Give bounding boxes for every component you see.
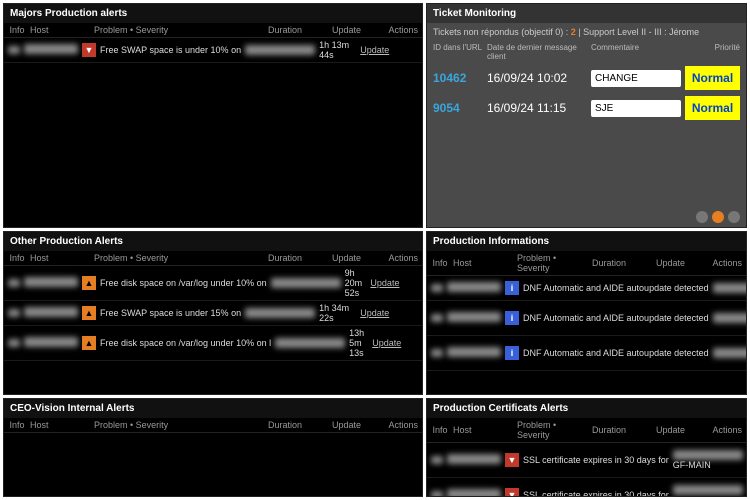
problem-cell: i DNF Automatic and AIDE autoupdate detec… bbox=[505, 311, 747, 325]
problem-cell: i DNF Automatic and AIDE autoupdate detec… bbox=[505, 281, 747, 295]
ticket-id[interactable]: 9054 bbox=[433, 101, 483, 115]
problem-text: SSL certificate expires in 30 days for bbox=[523, 490, 669, 497]
ticket-priority: Normal bbox=[685, 96, 740, 120]
info-cell bbox=[8, 339, 20, 347]
problem-text: DNF Automatic and AIDE autoupdate detect… bbox=[523, 283, 709, 293]
table-row[interactable]: i DNF Automatic and AIDE autoupdate detec… bbox=[427, 276, 746, 301]
info-panel: Production Informations InfoHostProblem … bbox=[426, 231, 747, 395]
problem-text: Free SWAP space is under 15% on bbox=[100, 308, 241, 318]
update-link[interactable]: Update bbox=[370, 278, 399, 288]
severity-icon: i bbox=[505, 281, 519, 295]
panel-title: Production Informations bbox=[427, 232, 746, 251]
ticket-date: 16/09/24 11:15 bbox=[487, 101, 587, 115]
duration-cell: 1h 34m 22s bbox=[319, 303, 356, 323]
severity-icon: i bbox=[505, 346, 519, 360]
host-cell bbox=[447, 454, 501, 466]
problem-cell: ▲ Free SWAP space is under 15% on bbox=[82, 306, 315, 320]
table-row[interactable]: ▼ Free SWAP space is under 10% on 1h 13m 4… bbox=[4, 38, 422, 63]
panel-title: Other Production Alerts bbox=[4, 232, 422, 251]
duration-cell: 1h 13m 44s bbox=[319, 40, 356, 60]
table-row[interactable]: ▲ Free SWAP space is under 15% on 1h 34m 2… bbox=[4, 301, 422, 326]
update-link[interactable]: Update bbox=[372, 338, 401, 348]
severity-icon: ▲ bbox=[82, 276, 96, 290]
table-header: InfoHostProblem • SeverityDurationUpdate… bbox=[4, 251, 422, 266]
panel-title: Majors Production alerts bbox=[4, 4, 422, 23]
severity-icon: ▼ bbox=[505, 453, 519, 467]
info-cell bbox=[8, 279, 20, 287]
severity-icon: ▲ bbox=[82, 336, 96, 350]
table-header: InfoHostProblem • SeverityDurationUpdate… bbox=[427, 418, 746, 443]
host-cell bbox=[24, 337, 78, 349]
duration-cell: 13h 5m 13s bbox=[349, 328, 368, 358]
problem-text: DNF Automatic and AIDE autoupdate detect… bbox=[523, 313, 709, 323]
table-header: InfoHostProblem • SeverityDurationUpdate… bbox=[4, 418, 422, 433]
severity-icon: ▼ bbox=[505, 488, 519, 497]
problem-text: Free SWAP space is under 10% on bbox=[100, 45, 241, 55]
table-row[interactable]: ▼ SSL certificate expires in 30 days for G… bbox=[427, 478, 746, 497]
duration-cell: 9h 20m 52s bbox=[345, 268, 367, 298]
ticket-panel: Ticket Monitoring Tickets non répondus (… bbox=[426, 3, 747, 228]
ticket-priority: Normal bbox=[685, 66, 740, 90]
problem-text: SSL certificate expires in 30 days for bbox=[523, 455, 669, 465]
problem-cell: ▲ Free disk space on /var/log under 10% o… bbox=[82, 276, 341, 290]
severity-icon: ▼ bbox=[82, 43, 96, 57]
table-header: InfoHostProblem • SeverityDurationUpdate… bbox=[427, 251, 746, 276]
problem-cell: ▼ Free SWAP space is under 10% on bbox=[82, 43, 315, 57]
other-panel: Other Production Alerts InfoHostProblem … bbox=[3, 231, 423, 395]
info-cell bbox=[8, 46, 20, 54]
table-row[interactable]: i DNF Automatic and AIDE autoupdate detec… bbox=[427, 301, 746, 336]
host-cell bbox=[24, 307, 78, 319]
update-link[interactable]: Update bbox=[360, 308, 389, 318]
table-header: InfoHostProblem • SeverityDurationUpdate… bbox=[4, 23, 422, 38]
host-cell bbox=[447, 489, 501, 497]
pager-dots[interactable] bbox=[433, 205, 740, 223]
table-row[interactable]: ▲ Free disk space on /var/log under 10% o… bbox=[4, 266, 422, 301]
majors-panel: Majors Production alerts InfoHostProblem… bbox=[3, 3, 423, 228]
internal-panel: CEO-Vision Internal Alerts InfoHostProbl… bbox=[3, 398, 423, 497]
table-row[interactable]: ▲ Free disk space on /var/log under 10% o… bbox=[4, 326, 422, 361]
ticket-row[interactable]: 9054 16/09/24 11:15 SJENormal bbox=[433, 93, 740, 123]
problem-text: Free disk space on /var/log under 10% on bbox=[100, 278, 267, 288]
ticket-subtitle: Tickets non répondus (objectif 0) : 2 | … bbox=[433, 27, 740, 37]
certs-panel: Production Certificats Alerts InfoHostPr… bbox=[426, 398, 747, 497]
ticket-comment[interactable]: SJE bbox=[591, 100, 681, 117]
panel-title: Ticket Monitoring bbox=[427, 4, 746, 23]
ticket-date: 16/09/24 10:02 bbox=[487, 71, 587, 85]
problem-text-2: GF-MAIN bbox=[673, 495, 743, 497]
ticket-comment[interactable]: CHANGE bbox=[591, 70, 681, 87]
panel-title: CEO-Vision Internal Alerts bbox=[4, 399, 422, 418]
problem-cell: i DNF Automatic and AIDE autoupdate detec… bbox=[505, 346, 747, 360]
host-cell bbox=[447, 282, 501, 294]
info-cell bbox=[431, 284, 443, 292]
severity-icon: i bbox=[505, 311, 519, 325]
table-row[interactable]: ▼ SSL certificate expires in 30 days for G… bbox=[427, 443, 746, 478]
host-cell bbox=[447, 347, 501, 359]
ticket-id[interactable]: 10462 bbox=[433, 71, 483, 85]
problem-cell: ▼ SSL certificate expires in 30 days for G… bbox=[505, 485, 743, 497]
host-cell bbox=[24, 44, 78, 56]
dot[interactable] bbox=[728, 211, 740, 223]
host-cell bbox=[447, 312, 501, 324]
ticket-header: ID dans l'URLDate de dernier message cli… bbox=[433, 41, 740, 63]
ticket-row[interactable]: 10462 16/09/24 10:02 CHANGENormal bbox=[433, 63, 740, 93]
problem-cell: ▼ SSL certificate expires in 30 days for G… bbox=[505, 450, 743, 470]
problem-text: DNF Automatic and AIDE autoupdate detect… bbox=[523, 348, 709, 358]
host-cell bbox=[24, 277, 78, 289]
info-cell bbox=[431, 456, 443, 464]
table-row[interactable]: i DNF Automatic and AIDE autoupdate detec… bbox=[427, 336, 746, 371]
dot[interactable] bbox=[696, 211, 708, 223]
problem-text-2: GF-MAIN bbox=[673, 460, 743, 470]
info-cell bbox=[431, 491, 443, 497]
problem-text: Free disk space on /var/log under 10% on… bbox=[100, 338, 271, 348]
dot-active[interactable] bbox=[712, 211, 724, 223]
info-cell bbox=[431, 314, 443, 322]
update-link[interactable]: Update bbox=[360, 45, 389, 55]
info-cell bbox=[8, 309, 20, 317]
info-cell bbox=[431, 349, 443, 357]
severity-icon: ▲ bbox=[82, 306, 96, 320]
panel-title: Production Certificats Alerts bbox=[427, 399, 746, 418]
problem-cell: ▲ Free disk space on /var/log under 10% o… bbox=[82, 336, 345, 350]
